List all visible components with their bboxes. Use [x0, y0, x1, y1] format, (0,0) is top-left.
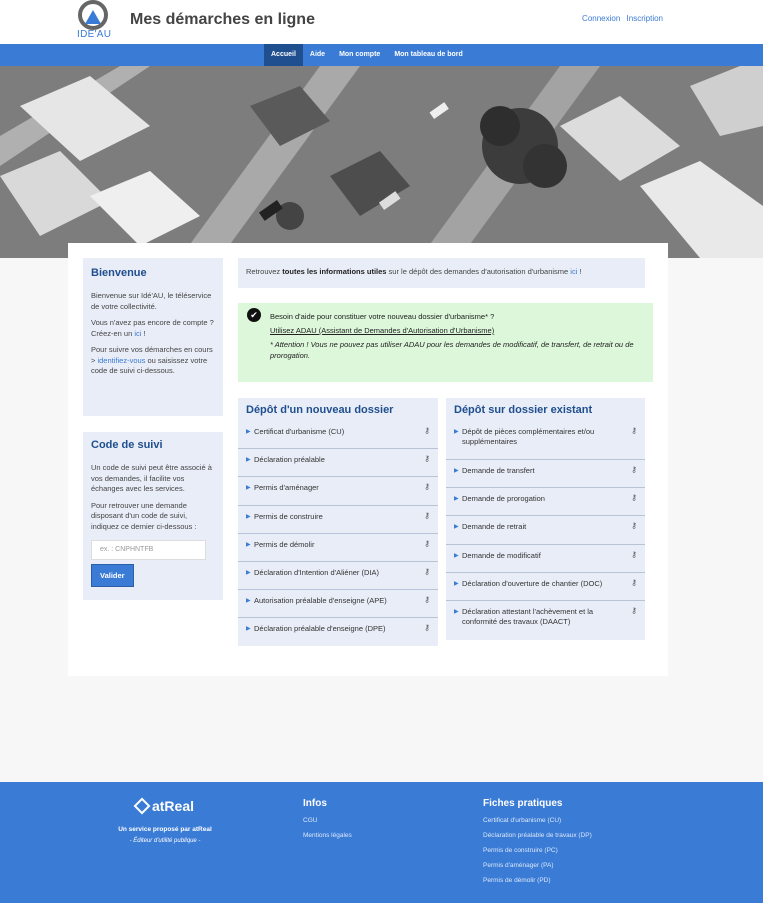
footer-link-fiche[interactable]: Permis de construire (PC) [483, 847, 592, 854]
header: IDE'AU Mes démarches en ligne Connexion … [0, 0, 763, 44]
welcome-follow: Pour suivre vos démarches en cours > ide… [91, 345, 213, 375]
new-file-panel: Dépôt d'un nouveau dossier ▶ Certificat d… [238, 398, 438, 646]
site-title: Mes démarches en ligne [130, 11, 315, 28]
footer-fiches: Fiches pratiques Certificat d'urbanisme … [483, 798, 592, 892]
list-item[interactable]: ▶ Permis d'aménager ⚷ [238, 477, 438, 506]
new-file-title: Dépôt d'un nouveau dossier [246, 404, 394, 416]
footer-link-fiche[interactable]: Permis de démolir (PD) [483, 877, 592, 884]
key-icon: ⚷ [424, 595, 430, 605]
existing-file-panel: Dépôt sur dossier existant ▶ Dépôt de piè… [446, 398, 645, 640]
triangle-icon: ▶ [454, 429, 459, 435]
key-icon: ⚷ [631, 605, 637, 615]
nav-help[interactable]: Aide [303, 44, 332, 66]
tracking-desc: Un code de suivi peut être associé à vos… [91, 463, 212, 493]
main-container: Bienvenue Bienvenue sur Idé'AU, le télés… [68, 243, 668, 676]
tracking-title: Code de suivi [91, 439, 163, 451]
welcome-create-account: Vous n'avez pas encore de compte ? Créez… [91, 318, 214, 338]
nav-home[interactable]: Accueil [264, 44, 303, 66]
auth-links: Connexion Inscription [578, 14, 663, 23]
list-item[interactable]: ▶ Déclaration d'Intention d'Aliéner (DIA)… [238, 562, 438, 591]
triangle-icon: ▶ [246, 626, 251, 633]
help-box: ✔ Besoin d'aide pour constituer votre no… [238, 303, 653, 382]
list-item[interactable]: ▶ Déclaration préalable d'enseigne (DPE) ⚷ [238, 618, 438, 646]
info-bar: Retrouvez toutes les informations utiles… [238, 258, 645, 288]
aerial-city-illustration [0, 66, 763, 258]
footer-link-cgu[interactable]: CGU [303, 817, 352, 824]
footer-link-fiche[interactable]: Déclaration préalable de travaux (DP) [483, 832, 592, 839]
key-icon: ⚷ [424, 538, 430, 548]
list-item[interactable]: ▶ Dépôt de pièces complémentaires et/ou s… [446, 421, 645, 460]
adau-link[interactable]: Utilisez ADAU (Assistant de Demandes d'A… [270, 325, 643, 336]
tracking-instructions: Pour retrouver une demande disposant d'u… [91, 500, 197, 531]
footer-infos-title: Infos [303, 798, 327, 809]
key-icon: ⚷ [424, 623, 430, 633]
key-icon: ⚷ [424, 482, 430, 492]
triangle-icon: ▶ [454, 524, 459, 531]
triangle-icon: ▶ [454, 608, 459, 615]
triangle-icon: ▶ [454, 496, 459, 503]
key-icon: ⚷ [424, 510, 430, 520]
list-item[interactable]: ▶ Demande de retrait ⚷ [446, 516, 645, 545]
footer-link-fiche[interactable]: Permis d'aménager (PA) [483, 862, 592, 869]
footer-link-legal[interactable]: Mentions légales [303, 832, 352, 839]
welcome-panel: Bienvenue Bienvenue sur Idé'AU, le télés… [83, 258, 223, 416]
hero-image [0, 66, 763, 258]
check-circle-icon: ✔ [247, 308, 261, 322]
triangle-icon: ▶ [246, 457, 251, 464]
key-icon: ⚷ [631, 426, 637, 435]
key-icon: ⚷ [631, 521, 637, 531]
list-item[interactable]: ▶ Demande de prorogation ⚷ [446, 488, 645, 517]
list-item[interactable]: ▶ Autorisation préalable d'enseigne (APE)… [238, 590, 438, 619]
footer-infos: Infos CGU Mentions légales [303, 798, 352, 847]
list-item[interactable]: ▶ Permis de construire ⚷ [238, 506, 438, 534]
identify-link[interactable]: identifiez-vous [97, 356, 145, 365]
triangle-icon: ▶ [246, 541, 251, 548]
footer-by: Un service proposé par atReal [118, 826, 212, 833]
tracking-panel: Code de suivi Un code de suivi peut être… [83, 432, 223, 600]
footer-brand: atReal Un service proposé par atReal - É… [115, 797, 215, 844]
list-item[interactable]: ▶ Déclaration d'ouverture de chantier (DO… [446, 573, 645, 601]
nav-account[interactable]: Mon compte [332, 44, 387, 66]
key-icon: ⚷ [631, 465, 637, 474]
register-link[interactable]: Inscription [627, 14, 663, 23]
triangle-icon: ▶ [454, 552, 459, 559]
tracking-code-input[interactable]: ex. : CNPHNTFB [91, 540, 206, 560]
navbar: Accueil Aide Mon compte Mon tableau de b… [0, 44, 763, 66]
atreal-diamond-icon [133, 797, 151, 815]
existing-file-title: Dépôt sur dossier existant [454, 404, 593, 416]
welcome-intro: Bienvenue sur Idé'AU, le téléservice de … [91, 291, 212, 311]
help-question: Besoin d'aide pour constituer votre nouv… [270, 312, 495, 321]
key-icon: ⚷ [424, 426, 430, 435]
welcome-title: Bienvenue [91, 267, 147, 279]
list-item[interactable]: ▶ Déclaration préalable ⚷ [238, 449, 438, 478]
list-item[interactable]: ▶ Demande de modificatif ⚷ [446, 545, 645, 573]
footer-fiches-title: Fiches pratiques [483, 798, 563, 809]
triangle-icon: ▶ [246, 569, 251, 576]
key-icon: ⚷ [631, 493, 637, 503]
triangle-icon: ▶ [246, 598, 251, 605]
triangle-icon: ▶ [246, 513, 251, 520]
login-link[interactable]: Connexion [582, 14, 620, 23]
key-icon: ⚷ [631, 577, 637, 587]
atreal-logo[interactable]: atReal [115, 797, 215, 815]
list-item[interactable]: ▶ Certificat d'urbanisme (CU) ⚷ [238, 421, 438, 450]
triangle-icon: ▶ [246, 429, 251, 435]
list-item[interactable]: ▶ Permis de démolir ⚷ [238, 534, 438, 562]
triangle-icon: ▶ [454, 580, 459, 587]
triangle-icon: ▶ [246, 485, 251, 492]
help-note: * Attention ! Vous ne pouvez pas utilise… [270, 340, 634, 360]
footer-link-fiche[interactable]: Certificat d'urbanisme (CU) [483, 817, 592, 824]
logo-text: IDE'AU [77, 29, 112, 40]
key-icon: ⚷ [424, 454, 430, 464]
list-item[interactable]: ▶ Demande de transfert ⚷ [446, 460, 645, 489]
nav-dashboard[interactable]: Mon tableau de bord [387, 44, 469, 66]
list-item[interactable]: ▶ Déclaration attestant l'achèvement et l… [446, 601, 645, 640]
footer-tagline: - Éditeur d'utilité publique - [129, 838, 201, 844]
triangle-icon: ▶ [454, 468, 459, 474]
validate-button[interactable]: Valider [91, 564, 134, 587]
key-icon: ⚷ [424, 566, 430, 576]
footer: atReal Un service proposé par atReal - É… [0, 782, 763, 903]
key-icon: ⚷ [631, 549, 637, 559]
